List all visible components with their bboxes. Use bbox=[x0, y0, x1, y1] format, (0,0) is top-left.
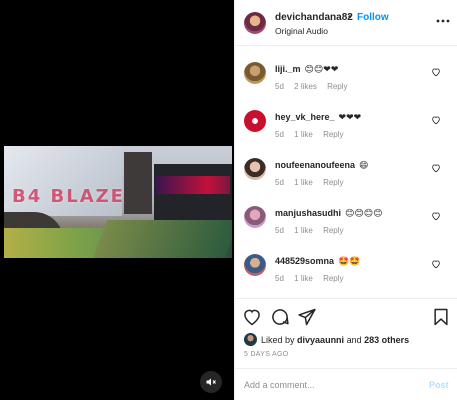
commenter-username[interactable]: 448529somna bbox=[275, 256, 334, 266]
commenter-avatar[interactable] bbox=[244, 110, 266, 132]
add-comment-bar: Post bbox=[235, 368, 457, 400]
comment-text: 😊😊❤❤ bbox=[304, 65, 339, 75]
post-comment-button[interactable]: Post bbox=[429, 380, 449, 390]
video-shelf-region bbox=[124, 152, 152, 214]
comment-item: liji._m 😊😊❤❤ 5d 2 likes Reply bbox=[235, 56, 457, 100]
bookmark-icon[interactable] bbox=[431, 307, 451, 327]
comment-text: ❤❤❤ bbox=[338, 113, 362, 123]
audio-link[interactable]: Original Audio bbox=[275, 26, 328, 36]
comment-likes-count[interactable]: 1 like bbox=[294, 226, 313, 235]
author-avatar[interactable] bbox=[244, 12, 266, 34]
post-details-pane: devichandana82 • Follow Original Audio l… bbox=[234, 0, 457, 400]
post-actions: Liked by divyaaunni and 283 others 5 DAY… bbox=[235, 298, 457, 368]
header-separator: • bbox=[348, 12, 352, 23]
liker-avatar[interactable] bbox=[244, 333, 257, 346]
commenter-username[interactable]: hey_vk_here_ bbox=[275, 112, 335, 122]
comment-item: 448529somna 🤩🤩 5d 1 like Reply bbox=[235, 248, 457, 292]
author-username[interactable]: devichandana82 bbox=[275, 12, 353, 23]
commenter-username[interactable]: manjushasudhi bbox=[275, 208, 341, 218]
commenter-username[interactable]: noufeenanoufeena bbox=[275, 160, 355, 170]
liker-username[interactable]: divyaaunni bbox=[297, 335, 344, 345]
video-green-mat-region bbox=[93, 220, 232, 258]
comment-age: 5d bbox=[275, 178, 284, 187]
comment-likes-count[interactable]: 1 like bbox=[294, 178, 313, 187]
like-comment-icon[interactable] bbox=[431, 211, 441, 221]
comment-item: hey_vk_here_ ❤❤❤ 5d 1 like Reply bbox=[235, 104, 457, 148]
comment-age: 5d bbox=[275, 82, 284, 91]
video-pane[interactable]: B4 BLAZE bbox=[0, 0, 234, 400]
comment-item: manjushasudhi 😊😊😊😊 5d 1 like Reply bbox=[235, 200, 457, 244]
share-send-icon[interactable] bbox=[297, 307, 317, 327]
follow-button[interactable]: Follow bbox=[357, 12, 389, 23]
likes-middle: and bbox=[346, 334, 362, 345]
reply-button[interactable]: Reply bbox=[323, 274, 343, 283]
comment-bubble-icon[interactable] bbox=[270, 307, 290, 327]
video-watermark: B4 BLAZE bbox=[12, 186, 125, 207]
comment-age: 5d bbox=[275, 130, 284, 139]
speaker-muted-icon bbox=[206, 378, 216, 386]
comment-age: 5d bbox=[275, 274, 284, 283]
commenter-avatar[interactable] bbox=[244, 206, 266, 228]
likes-summary: Liked by divyaaunni and 283 others bbox=[244, 333, 409, 346]
reply-button[interactable]: Reply bbox=[323, 178, 343, 187]
reply-button[interactable]: Reply bbox=[323, 130, 343, 139]
reply-button[interactable]: Reply bbox=[327, 82, 347, 91]
comment-likes-count[interactable]: 2 likes bbox=[294, 82, 317, 91]
comment-input[interactable] bbox=[244, 377, 419, 393]
like-heart-icon[interactable] bbox=[242, 307, 262, 327]
comment-text: 😄 bbox=[359, 161, 369, 171]
comment-likes-count[interactable]: 1 like bbox=[294, 274, 313, 283]
comment-likes-count[interactable]: 1 like bbox=[294, 130, 313, 139]
comment-text: 😊😊😊😊 bbox=[345, 209, 383, 219]
reply-button[interactable]: Reply bbox=[323, 226, 343, 235]
commenter-avatar[interactable] bbox=[244, 158, 266, 180]
video-tv-screen-region bbox=[156, 176, 230, 194]
comment-age: 5d bbox=[275, 226, 284, 235]
like-comment-icon[interactable] bbox=[431, 163, 441, 173]
more-options-button[interactable] bbox=[436, 14, 450, 28]
like-comment-icon[interactable] bbox=[431, 67, 441, 77]
likes-prefix: Liked by bbox=[261, 334, 295, 345]
post-header: devichandana82 • Follow Original Audio bbox=[235, 0, 457, 46]
comment-item: noufeenanoufeena 😄 5d 1 like Reply bbox=[235, 152, 457, 196]
mute-button[interactable] bbox=[200, 371, 222, 393]
commenter-username[interactable]: liji._m bbox=[275, 64, 301, 74]
post-timestamp[interactable]: 5 DAYS AGO bbox=[244, 351, 289, 358]
more-horizontal-icon bbox=[436, 19, 450, 23]
comment-text: 🤩🤩 bbox=[338, 257, 361, 267]
likes-others-count[interactable]: 283 others bbox=[364, 335, 409, 345]
like-comment-icon[interactable] bbox=[431, 115, 441, 125]
video-frame[interactable]: B4 BLAZE bbox=[4, 146, 232, 258]
commenter-avatar[interactable] bbox=[244, 254, 266, 276]
commenter-avatar[interactable] bbox=[244, 62, 266, 84]
like-comment-icon[interactable] bbox=[431, 259, 441, 269]
